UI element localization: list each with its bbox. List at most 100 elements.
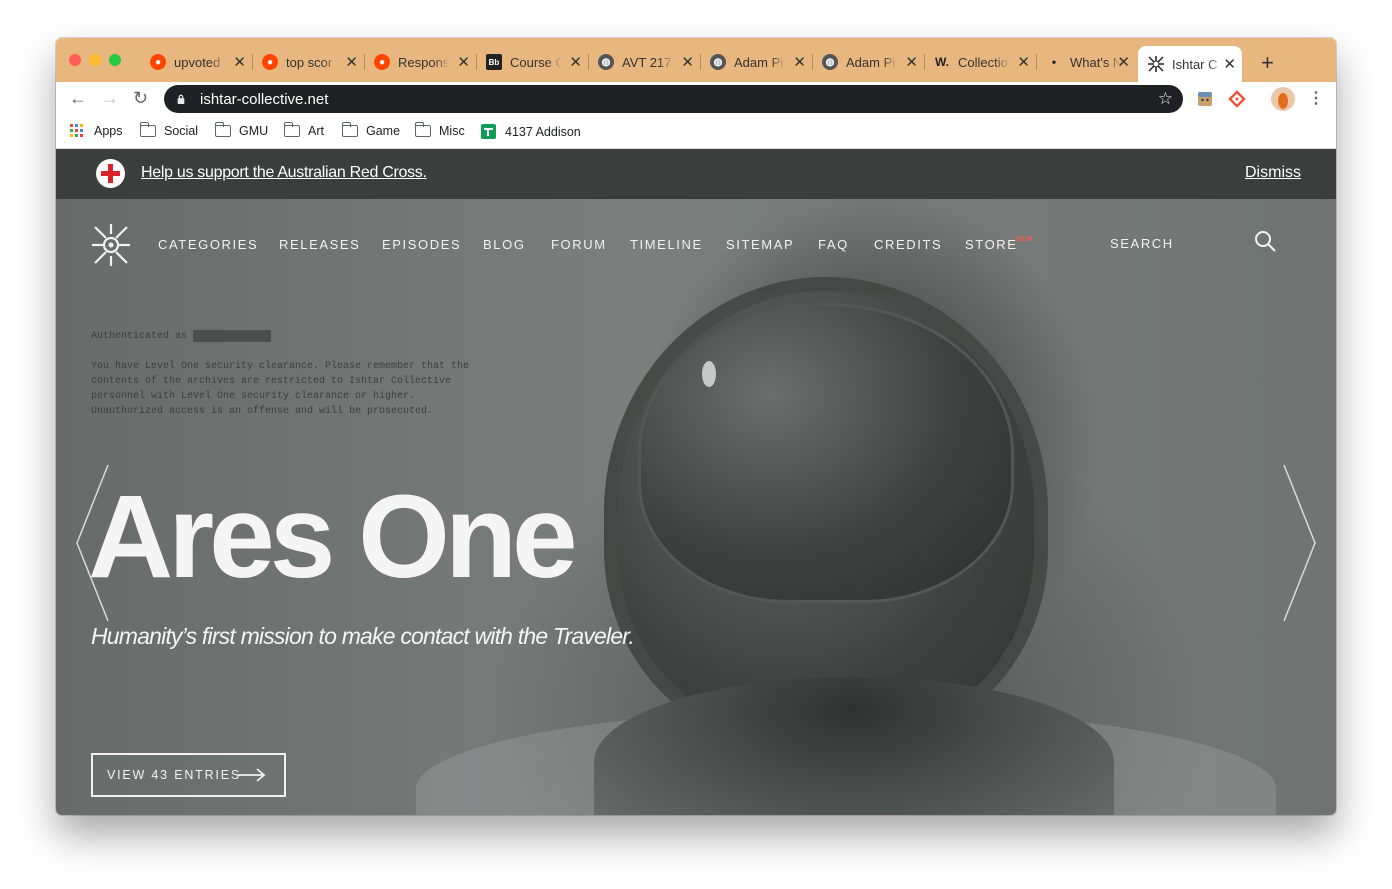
- nav-timeline[interactable]: TIMELINE: [630, 237, 703, 252]
- bookmark-label: Art: [308, 124, 324, 138]
- browser-window: ● upvoted ✕ ● top scor ✕ ● Respons ✕ Bb …: [56, 38, 1336, 815]
- nav-credits[interactable]: CREDITS: [874, 237, 942, 252]
- dismiss-banner-link[interactable]: Dismiss: [1245, 164, 1301, 182]
- tab-response[interactable]: ● Respons ✕: [364, 47, 477, 77]
- back-arrow-icon[interactable]: ←: [69, 88, 87, 109]
- tab-adam-2[interactable]: ◍ Adam Pi ✕: [812, 47, 925, 77]
- close-icon[interactable]: ✕: [905, 53, 918, 71]
- nav-blog[interactable]: BLOG: [483, 237, 526, 252]
- sheets-icon: [481, 124, 496, 139]
- kebab-menu-icon[interactable]: ⋮: [1308, 88, 1324, 108]
- close-icon[interactable]: ✕: [457, 53, 470, 71]
- nav-categories[interactable]: CATEGORIES: [158, 237, 258, 252]
- page-content: Help us support the Australian Red Cross…: [56, 149, 1336, 815]
- tab-avt-217[interactable]: ◍ AVT 217 ✕: [588, 47, 701, 77]
- tab-top-score[interactable]: ● top scor ✕: [252, 47, 365, 77]
- extension-face-icon[interactable]: [1196, 90, 1214, 108]
- tab-label: What's N: [1070, 54, 1122, 70]
- redacted-username: [193, 330, 271, 342]
- tab-strip: ● upvoted ✕ ● top scor ✕ ● Respons ✕ Bb …: [56, 38, 1336, 82]
- new-tab-button[interactable]: +: [1261, 50, 1274, 76]
- tab-ishtar-active[interactable]: Ishtar C ✕: [1138, 46, 1242, 82]
- hero-subtitle: Humanity’s first mission to make contact…: [91, 623, 635, 649]
- bookmark-4137-addison[interactable]: 4137 Addison: [481, 124, 581, 139]
- close-window-button[interactable]: [69, 54, 81, 66]
- ishtar-icon: [1148, 56, 1164, 72]
- clearance-line: You have Level One security clearance. P…: [91, 361, 470, 372]
- search-link[interactable]: SEARCH: [1110, 236, 1174, 251]
- tab-whats-new[interactable]: • What's N ✕: [1036, 47, 1136, 77]
- tab-label: Collectio: [958, 54, 1008, 70]
- dot-icon: •: [1051, 55, 1057, 69]
- bookmark-apps[interactable]: Apps: [70, 124, 123, 138]
- close-icon[interactable]: ✕: [793, 53, 806, 71]
- folder-icon: [341, 122, 358, 137]
- close-icon[interactable]: ✕: [1017, 53, 1030, 71]
- bookmarks-bar: Apps Social GMU Art Game Misc 4137 Addis…: [56, 116, 1336, 149]
- bookmark-gmu[interactable]: GMU: [214, 122, 269, 138]
- apps-grid-icon: [70, 124, 83, 137]
- nav-sitemap[interactable]: SITEMAP: [726, 237, 794, 252]
- close-icon[interactable]: ✕: [569, 53, 582, 71]
- folder-icon: [214, 122, 231, 137]
- donation-banner: Help us support the Australian Red Cross…: [56, 149, 1336, 199]
- visor-glint: [702, 361, 716, 387]
- profile-avatar[interactable]: [1271, 87, 1295, 111]
- globe-icon: ◍: [598, 54, 614, 70]
- close-icon[interactable]: ✕: [1223, 55, 1236, 73]
- bookmark-label: 4137 Addison: [505, 124, 581, 139]
- nav-episodes[interactable]: EPISODES: [382, 237, 461, 252]
- minimize-window-button[interactable]: [89, 54, 101, 66]
- tab-label: Respons: [398, 54, 450, 70]
- address-bar[interactable]: ishtar-collective.net ☆: [164, 85, 1183, 113]
- red-cross-support-link[interactable]: Help us support the Australian Red Cross…: [141, 164, 427, 182]
- clearance-line: contents of the archives are restricted …: [91, 376, 452, 387]
- tab-label: AVT 217: [622, 54, 672, 70]
- red-cross-logo: [96, 159, 125, 188]
- close-icon[interactable]: ✕: [1117, 53, 1130, 71]
- clearance-line: personnel with Level One security cleara…: [91, 391, 416, 402]
- bookmark-game[interactable]: Game: [341, 122, 401, 138]
- maximize-window-button[interactable]: [109, 54, 121, 66]
- reddit-icon: ●: [150, 54, 166, 70]
- folder-icon: [139, 122, 156, 137]
- reload-icon[interactable]: ↻: [133, 88, 148, 109]
- bookmark-social[interactable]: Social: [139, 122, 199, 138]
- carousel-next-chevron-icon[interactable]: [1278, 463, 1318, 623]
- tab-label: top scor: [286, 54, 333, 70]
- close-icon[interactable]: ✕: [233, 53, 246, 71]
- tab-course[interactable]: Bb Course C ✕: [476, 47, 589, 77]
- nav-forum[interactable]: FORUM: [551, 237, 607, 252]
- git-diamond-icon[interactable]: [1228, 90, 1246, 108]
- tab-label: Adam Pi: [846, 54, 896, 70]
- wikia-icon: W.: [935, 55, 949, 69]
- search-icon[interactable]: [1253, 229, 1277, 253]
- bookmark-misc[interactable]: Misc: [414, 122, 465, 138]
- bookmark-label: GMU: [239, 124, 269, 138]
- folder-icon: [414, 122, 431, 137]
- reddit-icon: ●: [262, 54, 278, 70]
- bookmark-label: Social: [164, 124, 199, 138]
- tab-collection[interactable]: W. Collectio ✕: [924, 47, 1037, 77]
- forward-arrow-icon[interactable]: →: [101, 88, 119, 109]
- nav-store[interactable]: STORE: [965, 237, 1018, 252]
- close-icon[interactable]: ✕: [345, 53, 358, 71]
- bookmark-star-icon[interactable]: ☆: [1158, 89, 1173, 109]
- ishtar-logo-icon[interactable]: [92, 224, 130, 266]
- bookmark-label: Game: [366, 124, 401, 138]
- nav-releases[interactable]: RELEASES: [279, 237, 360, 252]
- bookmark-label: Apps: [94, 124, 123, 138]
- auth-label: Authenticated as: [91, 331, 188, 342]
- blackboard-icon: Bb: [486, 54, 502, 70]
- view-entries-button[interactable]: VIEW 43 ENTRIES: [91, 753, 286, 797]
- helmet-visor: [638, 303, 1014, 603]
- clearance-notice: You have Level One security clearance. P…: [91, 359, 469, 419]
- nav-faq[interactable]: FAQ: [818, 237, 849, 252]
- close-icon[interactable]: ✕: [681, 53, 694, 71]
- tab-upvoted[interactable]: ● upvoted ✕: [140, 47, 253, 77]
- tab-adam-1[interactable]: ◍ Adam Pi ✕: [700, 47, 813, 77]
- clearance-line: Unauthorized access is an offense and wi…: [91, 406, 434, 417]
- arrow-right-icon: [238, 768, 266, 782]
- bookmark-art[interactable]: Art: [283, 122, 324, 138]
- view-entries-label: VIEW 43 ENTRIES: [107, 768, 241, 782]
